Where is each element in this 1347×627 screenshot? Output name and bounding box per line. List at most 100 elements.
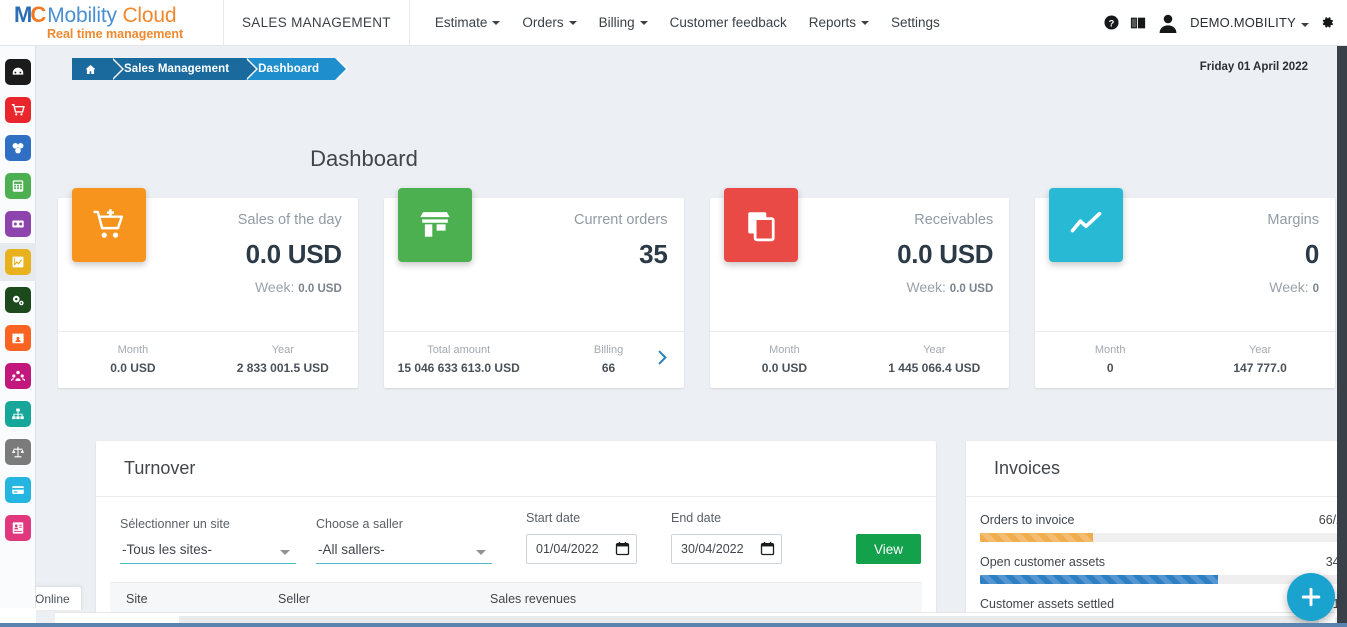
plus-icon	[1300, 586, 1322, 608]
invoice-stat-label: Customer assets settled	[980, 597, 1114, 611]
seller-filter-group: Choose a saller -All sallers-	[306, 517, 502, 564]
menu-item-billing[interactable]: Billing	[588, 0, 659, 46]
sidebar-item-legal[interactable]	[0, 433, 36, 471]
kpi-footer-title: Year	[1185, 344, 1335, 356]
shopping-cart-icon	[5, 97, 31, 123]
seller-filter-label: Choose a saller	[316, 517, 492, 531]
breadcrumb-home[interactable]	[72, 58, 111, 80]
invoice-stat-row[interactable]: Open customer assets34/54	[980, 555, 1347, 584]
kpi-footer-title: Month	[710, 344, 860, 356]
sidebar-item-crm[interactable]	[0, 357, 36, 395]
sidebar-item-payments[interactable]	[0, 471, 36, 509]
invoices-title: Invoices	[994, 458, 1060, 479]
sidebar-item-finance[interactable]	[0, 205, 36, 243]
menu-item-settings[interactable]: Settings	[880, 0, 951, 46]
org-chart-icon	[5, 401, 31, 427]
sidebar-item-sales[interactable]	[0, 91, 36, 129]
kpi-week-prefix: Week:	[906, 279, 945, 295]
kpi-footer-cell: Total amount15 046 633 613.0 USD	[384, 344, 534, 375]
breadcrumb-item-sales-management[interactable]: Sales Management	[111, 58, 245, 80]
home-icon	[85, 64, 96, 75]
menu-item-customer-feedback[interactable]: Customer feedback	[659, 0, 798, 46]
brand-word-cloud: Cloud	[122, 4, 176, 27]
username-label: DEMO.MOBILITY	[1190, 15, 1296, 30]
kpi-week-value: 0.0 USD	[950, 283, 993, 295]
store-icon	[398, 188, 472, 262]
avatar[interactable]	[1157, 12, 1179, 34]
sidebar-item-settings[interactable]	[0, 281, 36, 319]
kpi-footer-cell: Year147 777.0	[1185, 344, 1335, 375]
invoices-panel-header: Invoices	[966, 441, 1347, 497]
chevron-down-icon	[861, 21, 869, 25]
top-right-actions: ? DEMO.MOBILITY	[1104, 12, 1347, 34]
turnover-panel-header: Turnover	[96, 441, 936, 497]
book-icon[interactable]	[1130, 16, 1146, 30]
site-filter-group: Sélectionner un site -Tous les sites-	[110, 517, 306, 564]
chevron-right-icon[interactable]	[657, 349, 668, 370]
main-menu: Estimate Orders Billing Customer feedbac…	[424, 0, 951, 46]
kpi-week	[384, 279, 668, 295]
kpi-footer-value: 1 445 066.4 USD	[859, 361, 1009, 375]
start-date-input[interactable]	[526, 534, 637, 564]
kpi-week-prefix: Week:	[1269, 279, 1308, 295]
help-circle-icon[interactable]: ?	[1104, 15, 1119, 30]
kpi-footer-title: Year	[859, 344, 1009, 356]
site-select[interactable]: -Tous les sites-	[120, 540, 296, 564]
kpi-footer-title: Year	[208, 344, 358, 356]
turnover-panel: Turnover Sélectionner un site -Tous les …	[96, 441, 936, 627]
sidebar-item-dashboard[interactable]	[0, 53, 36, 91]
gear-icon[interactable]	[1320, 15, 1335, 30]
view-button[interactable]: View	[856, 534, 921, 564]
sidebar-item-analytics[interactable]	[0, 243, 36, 281]
username-dropdown[interactable]: DEMO.MOBILITY	[1190, 15, 1309, 30]
chevron-down-icon	[569, 21, 577, 25]
chevron-down-icon	[640, 21, 648, 25]
add-fab-button[interactable]	[1287, 573, 1335, 621]
breadcrumb-item-dashboard[interactable]: Dashboard	[245, 58, 335, 80]
gauge-icon	[5, 59, 31, 85]
menu-label: Billing	[599, 15, 635, 30]
kpi-card-margins: Margins 0 Week: 0 Month0 Year147 777.0	[1035, 198, 1335, 388]
start-date-group: Start date	[502, 511, 647, 564]
app-title: SALES MANAGEMENT	[224, 0, 410, 46]
bubbles-icon	[5, 135, 31, 161]
kpi-footer-title: Month	[1035, 344, 1185, 356]
kpi-footer-value: 0	[1035, 361, 1185, 375]
end-date-input[interactable]	[671, 534, 782, 564]
site-filter-label: Sélectionner un site	[120, 517, 296, 531]
kpi-footer-cell: Year 2 833 001.5 USD	[208, 344, 358, 375]
kpi-footer-cell: Year 1 445 066.4 USD	[859, 344, 1009, 375]
menu-label: Reports	[809, 15, 856, 30]
group-users-icon	[5, 363, 31, 389]
progress-track	[980, 533, 1347, 542]
menu-item-orders[interactable]: Orders	[511, 0, 587, 46]
sidebar-item-hr[interactable]	[0, 319, 36, 357]
invoice-stat-row[interactable]: Orders to invoice66/218	[980, 513, 1347, 542]
menu-item-estimate[interactable]: Estimate	[424, 0, 512, 46]
sidebar-item-documents[interactable]	[0, 509, 36, 547]
end-date-group: End date	[647, 511, 792, 564]
sidebar-item-stock[interactable]	[0, 129, 36, 167]
progress-fill	[980, 575, 1218, 584]
invoice-stat-label: Orders to invoice	[980, 513, 1074, 527]
kpi-week: Week: 0.0 USD	[58, 279, 342, 295]
kpi-footer-value: 2 833 001.5 USD	[208, 361, 358, 375]
copy-files-icon	[724, 188, 798, 262]
turnover-table-header: Site Seller Sales revenues	[110, 582, 922, 616]
menu-label: Orders	[522, 15, 563, 30]
column-header-site: Site	[110, 592, 278, 606]
sidebar-item-accounting[interactable]	[0, 167, 36, 205]
brand-logo[interactable]: MCMobility Cloud Real time management	[0, 0, 224, 46]
people-box-icon	[5, 325, 31, 351]
chevron-down-icon	[492, 21, 500, 25]
dashboard-page: MCMobility Cloud Real time management SA…	[0, 0, 1347, 627]
vertical-scrollbar[interactable]	[1337, 46, 1347, 627]
seller-select[interactable]: -All sallers-	[316, 540, 492, 564]
top-navbar: MCMobility Cloud Real time management SA…	[0, 0, 1347, 46]
kpi-footer-title: Month	[58, 344, 208, 356]
kpi-card-current-orders: Current orders 35 Total amount15 046 633…	[384, 198, 684, 388]
kpi-card-receivables: Receivables 0.0 USD Week: 0.0 USD Month0…	[710, 198, 1010, 388]
sidebar-item-org[interactable]	[0, 395, 36, 433]
kpi-week-value: 0	[1313, 283, 1319, 295]
menu-item-reports[interactable]: Reports	[798, 0, 880, 46]
